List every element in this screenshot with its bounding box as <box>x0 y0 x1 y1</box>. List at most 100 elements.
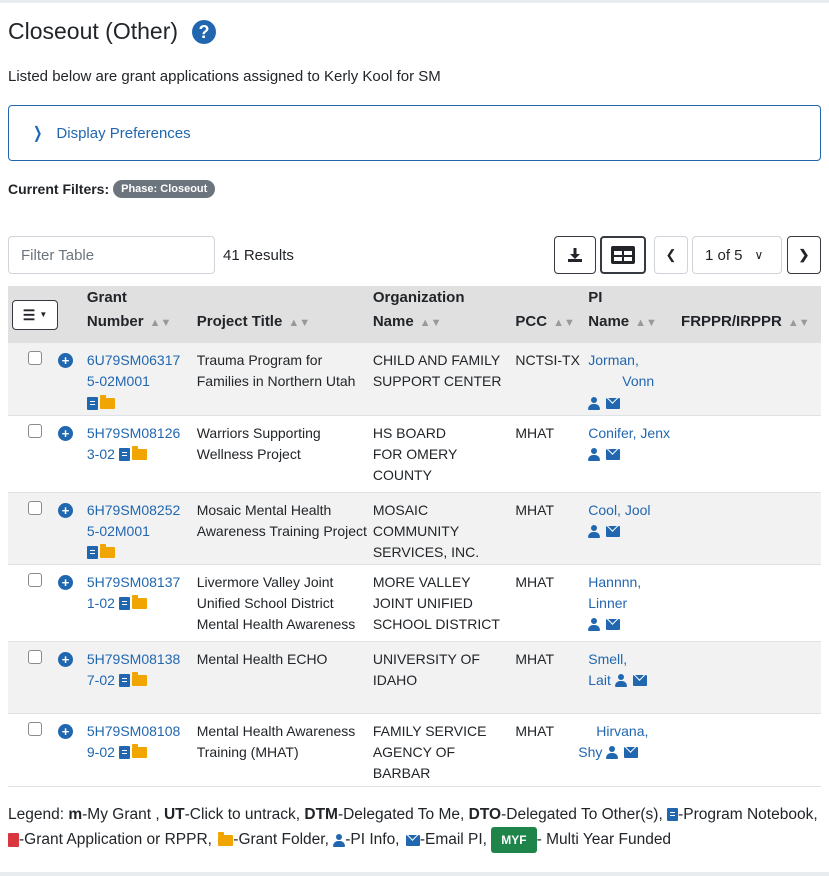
folder-icon[interactable] <box>131 672 147 687</box>
pi-info-icon[interactable] <box>588 618 601 632</box>
header-frppr[interactable]: FRPPR/IRPPR ▲▼ <box>681 286 821 343</box>
row-checkbox[interactable] <box>28 500 42 515</box>
row-checkbox[interactable] <box>28 351 42 365</box>
notebook-icon[interactable] <box>118 674 130 688</box>
sort-icon: ▲▼ <box>787 317 810 329</box>
pi-name-link[interactable]: Hannnn, Linner <box>588 574 641 611</box>
expand-plus-icon[interactable]: + <box>58 502 73 518</box>
expand-plus-icon[interactable]: + <box>58 723 73 739</box>
organization-cell: MOSAIC COMMUNITY SERVICES, INC. <box>372 501 480 560</box>
expand-plus-icon[interactable]: + <box>58 651 73 667</box>
sort-icon: ▲▼ <box>149 317 172 329</box>
expand-plus-icon[interactable]: + <box>58 574 73 590</box>
chevron-right-icon: ❯ <box>33 125 43 142</box>
grant-number-link[interactable]: 6H79SM08252 5-02M001 <box>87 502 180 539</box>
expand-plus-icon[interactable]: + <box>58 353 73 368</box>
header-grant-label-1: Grant <box>86 289 127 306</box>
next-page-button[interactable]: ❯ <box>787 236 821 274</box>
frppr-cell <box>681 713 821 786</box>
project-title-cell: Mental Health ECHO <box>196 650 328 667</box>
pi-info-icon[interactable] <box>588 396 601 410</box>
table-row: + 6H79SM08252 5-02M001 Mosaic Mental Heal… <box>8 492 821 564</box>
page-subtitle: Listed below are grant applications assi… <box>8 68 441 85</box>
header-title-label: Project Title <box>196 313 283 330</box>
sort-icon: ▲▼ <box>635 317 657 329</box>
header-org-label-1: Organization <box>372 289 465 306</box>
pcc-cell: MHAT <box>515 573 555 590</box>
folder-icon[interactable] <box>99 394 115 409</box>
pi-name-link[interactable]: Jorman, Vonn <box>588 352 654 389</box>
project-title-cell: Livermore Valley Joint Unified School Dis… <box>196 573 356 632</box>
pi-name-link[interactable]: Conifer, Jenx <box>588 425 670 441</box>
table-row: + 5H79SM08137 1-02 Livermore Valley Joint… <box>8 564 821 641</box>
header-frppr-label: FRPPR/IRPPR <box>681 313 782 330</box>
column-menu-button[interactable]: ☰ ▼ <box>12 300 58 330</box>
pcc-cell: NCTSI-TX <box>515 352 580 368</box>
table-header-row: ☰ ▼ Grant Number ▲▼ Project Title ▲▼ Organiz… <box>8 286 821 343</box>
header-grant-number[interactable]: Grant Number ▲▼ <box>87 286 197 343</box>
pcc-cell: MHAT <box>515 424 555 441</box>
row-checkbox[interactable] <box>28 721 42 736</box>
frppr-cell <box>681 415 821 492</box>
table-row: + 5H79SM08108 9-02 Mental Health Awarenes… <box>8 713 821 786</box>
header-org-label-2: Name <box>372 313 414 330</box>
row-checkbox[interactable] <box>28 423 42 438</box>
project-title-cell: Trauma Program for Families in Northern U… <box>196 352 356 389</box>
email-pi-icon[interactable] <box>606 449 621 461</box>
sort-icon: ▲▼ <box>553 317 575 329</box>
organization-cell: CHILD AND FAMILY SUPPORT CENTER <box>372 352 502 389</box>
pi-info-icon[interactable] <box>614 674 627 688</box>
folder-icon[interactable] <box>99 544 115 559</box>
chevron-left-icon: ❮ <box>665 247 677 262</box>
notebook-icon[interactable] <box>118 448 130 462</box>
project-title-cell: Mental Health Awareness Training (MHAT) <box>196 722 356 760</box>
header-pcc[interactable]: PCC ▲▼ <box>515 286 588 343</box>
organization-cell: FAMILY SERVICE AGENCY OF BARBAR <box>372 722 487 781</box>
organization-cell: UNIVERSITY OF IDAHO <box>372 650 480 688</box>
header-project-title[interactable]: Project Title ▲▼ <box>197 286 373 343</box>
header-organization[interactable]: Organization Name ▲▼ <box>373 286 516 343</box>
email-pi-icon[interactable] <box>606 397 621 409</box>
row-checkbox[interactable] <box>28 572 42 587</box>
display-preferences-toggle[interactable]: ❯ Display Preferences <box>8 105 821 161</box>
pi-info-icon[interactable] <box>588 448 601 462</box>
header-grant-label-2: Number <box>86 313 144 330</box>
page-select[interactable]: 1 of 5 ∨ <box>692 236 782 274</box>
folder-icon[interactable] <box>131 744 147 759</box>
bottom-divider <box>0 872 829 876</box>
email-pi-icon[interactable] <box>606 526 621 538</box>
email-pi-icon[interactable] <box>624 747 639 759</box>
folder-icon <box>218 831 234 846</box>
previous-page-button[interactable]: ❮ <box>654 236 688 274</box>
help-icon[interactable]: ? <box>192 19 217 44</box>
pi-info-icon[interactable] <box>588 525 601 539</box>
notebook-icon[interactable] <box>86 396 98 410</box>
pi-name-link[interactable]: Cool, Jool <box>588 502 650 518</box>
display-preferences-label: Display Preferences <box>56 124 191 142</box>
email-pi-icon[interactable] <box>632 675 647 687</box>
notebook-icon[interactable] <box>118 597 130 611</box>
grant-number-link[interactable]: 6U79SM06317 5-02M001 <box>87 352 180 389</box>
header-pi-label-2: Name <box>588 313 630 330</box>
column-layout-button[interactable] <box>600 236 646 274</box>
list-icon: ☰ <box>22 307 36 323</box>
chevron-right-icon: ❯ <box>798 247 810 262</box>
header-pi-name[interactable]: PI Name ▲▼ <box>588 286 681 343</box>
email-pi-icon[interactable] <box>606 619 621 631</box>
header-pi-label-1: PI <box>588 289 603 306</box>
notebook-icon[interactable] <box>86 546 98 560</box>
email-icon <box>405 834 420 846</box>
myf-badge: MYF <box>491 827 537 853</box>
expand-plus-icon[interactable]: + <box>58 425 73 441</box>
row-checkbox[interactable] <box>28 649 42 664</box>
pi-name-link[interactable]: Hirvana, Shy <box>578 723 648 760</box>
page-title: Closeout (Other) ? <box>8 18 217 45</box>
pi-info-icon[interactable] <box>606 746 619 760</box>
notebook-icon[interactable] <box>118 746 130 760</box>
download-button[interactable] <box>554 236 596 274</box>
frppr-cell <box>681 564 821 641</box>
frppr-cell <box>681 641 821 713</box>
folder-icon[interactable] <box>131 595 147 610</box>
folder-icon[interactable] <box>131 446 147 461</box>
filter-table-input[interactable] <box>8 236 215 274</box>
